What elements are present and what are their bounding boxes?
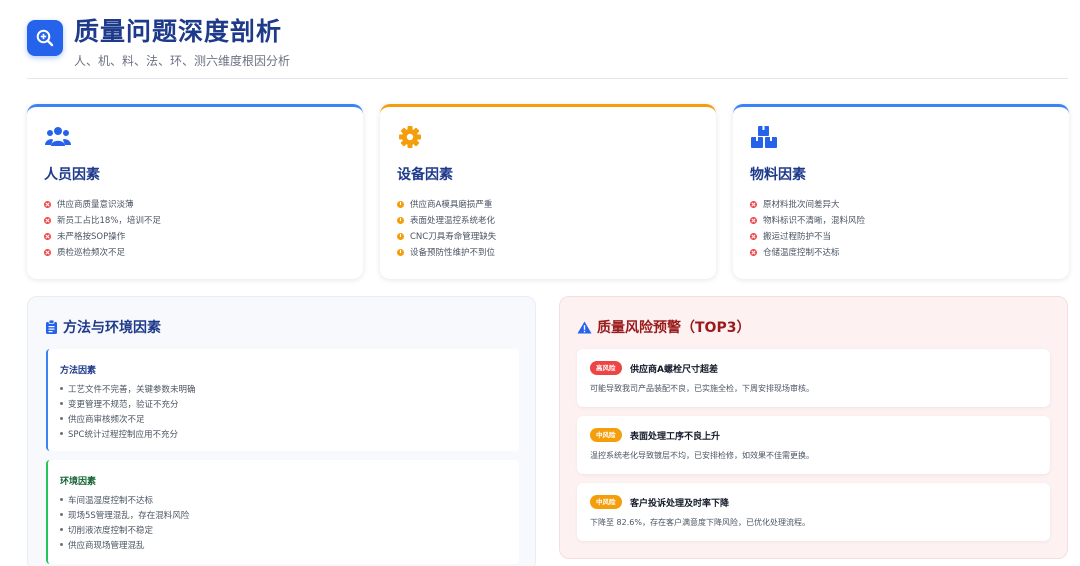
- page-subtitle: 人、机、料、法、环、测六维度根因分析: [74, 54, 291, 68]
- factor-list: 供应商质量意识淡薄 新员工占比18%，培训不足 未严格按SOP操作 质检巡检频次…: [44, 196, 161, 260]
- factor-list: 原材料批次间差异大 物料标识不清晰，混料风险 搬运过程防护不当 仓储温度控制不达…: [750, 196, 865, 260]
- risk-item[interactable]: 高风险 供应商A螺栓尺寸超差 可能导致我司产品装配不良，已实施全检，下周安排现场…: [577, 349, 1050, 407]
- x-circle-icon: [750, 216, 757, 224]
- warning-triangle-icon: [577, 321, 592, 334]
- panel-title: 质量风险预警（TOP3）: [577, 317, 750, 337]
- factor-card-title: 物料因素: [750, 167, 806, 183]
- risk-warning-panel: 质量风险预警（TOP3） 高风险 供应商A螺栓尺寸超差 可能导致我司产品装配不良…: [559, 296, 1068, 559]
- risk-item[interactable]: 中风险 客户投诉处理及时率下降 下降至 82.6%，存在客户满意度下降风险，已优…: [577, 483, 1050, 541]
- list-item: 新员工占比18%，培训不足: [44, 212, 161, 228]
- list-item: 未严格按SOP操作: [44, 228, 161, 244]
- list-item: 工艺文件不完善，关键参数未明确: [60, 381, 196, 396]
- x-circle-icon: [750, 248, 757, 256]
- risk-description: 温控系统老化导致镀层不均，已安排检修，如效果不佳需更换。: [590, 451, 814, 460]
- list-item: 车间温湿度控制不达标: [60, 492, 189, 507]
- list-item: SPC统计过程控制应用不充分: [60, 426, 196, 441]
- method-factor-title: 方法因素: [60, 366, 97, 376]
- factor-card-people: 人员因素 供应商质量意识淡薄 新员工占比18%，培训不足 未严格按SOP操作 质…: [27, 104, 363, 279]
- x-circle-icon: [750, 232, 757, 240]
- list-item: 表面处理温控系统老化: [397, 212, 496, 228]
- clipboard-icon: [46, 320, 57, 334]
- factor-card-title: 人员因素: [44, 167, 100, 183]
- list-item: 搬运过程防护不当: [750, 228, 865, 244]
- risk-description: 下降至 82.6%，存在客户满意度下降风险，已优化处理流程。: [590, 518, 810, 527]
- risk-level-badge: 高风险: [590, 361, 622, 375]
- warning-circle-icon: [397, 232, 404, 240]
- environment-factor-list: 车间温湿度控制不达标 现场5S管理混乱，存在混料风险 切削液浓度控制不稳定 供应…: [60, 492, 189, 552]
- header-divider: [27, 78, 1068, 79]
- list-item: 现场5S管理混乱，存在混料风险: [60, 507, 189, 522]
- search-plus-icon: [27, 20, 63, 56]
- x-circle-icon: [44, 232, 51, 240]
- list-item: 质检巡检频次不足: [44, 244, 161, 260]
- x-circle-icon: [44, 248, 51, 256]
- factor-card-equipment: 设备因素 供应商A模具磨损严重 表面处理温控系统老化 CNC刀具寿命管理缺失 设…: [380, 104, 716, 279]
- method-environment-panel: 方法与环境因素 方法因素 工艺文件不完善，关键参数未明确 变更管理不规范，验证不…: [27, 296, 536, 566]
- list-item: 供应商现场管理混乱: [60, 537, 189, 552]
- method-factor-list: 工艺文件不完善，关键参数未明确 变更管理不规范，验证不充分 供应商审核频次不足 …: [60, 381, 196, 441]
- page-title: 质量问题深度剖析: [74, 17, 283, 46]
- gear-icon: [397, 124, 425, 152]
- page-header: 质量问题深度剖析 人、机、料、法、环、测六维度根因分析: [27, 10, 1068, 80]
- factor-list: 供应商A模具磨损严重 表面处理温控系统老化 CNC刀具寿命管理缺失 设备预防性维…: [397, 196, 496, 260]
- list-item: 供应商审核频次不足: [60, 411, 196, 426]
- list-item: 切削液浓度控制不稳定: [60, 522, 189, 537]
- risk-name: 表面处理工序不良上升: [630, 432, 721, 442]
- risk-item[interactable]: 中风险 表面处理工序不良上升 温控系统老化导致镀层不均，已安排检修，如效果不佳需…: [577, 416, 1050, 474]
- users-icon: [44, 124, 72, 152]
- warning-circle-icon: [397, 248, 404, 256]
- boxes-icon: [750, 124, 778, 152]
- list-item: 设备预防性维护不到位: [397, 244, 496, 260]
- list-item: 变更管理不规范，验证不充分: [60, 396, 196, 411]
- risk-level-badge: 中风险: [590, 428, 622, 442]
- risk-name: 供应商A螺栓尺寸超差: [630, 365, 718, 375]
- list-item: 物料标识不清晰，混料风险: [750, 212, 865, 228]
- environment-factor-box: 环境因素 车间温湿度控制不达标 现场5S管理混乱，存在混料风险 切削液浓度控制不…: [46, 460, 519, 564]
- warning-circle-icon: [397, 200, 404, 208]
- risk-description: 可能导致我司产品装配不良，已实施全检，下周安排现场审核。: [590, 384, 814, 393]
- panel-title: 方法与环境因素: [46, 317, 161, 337]
- x-circle-icon: [750, 200, 757, 208]
- list-item: 仓储温度控制不达标: [750, 244, 865, 260]
- method-factor-box: 方法因素 工艺文件不完善，关键参数未明确 变更管理不规范，验证不充分 供应商审核…: [46, 349, 519, 451]
- x-circle-icon: [44, 200, 51, 208]
- list-item: 原材料批次间差异大: [750, 196, 865, 212]
- risk-name: 客户投诉处理及时率下降: [630, 499, 730, 509]
- environment-factor-title: 环境因素: [60, 477, 97, 487]
- risk-level-badge: 中风险: [590, 495, 622, 509]
- list-item: CNC刀具寿命管理缺失: [397, 228, 496, 244]
- x-circle-icon: [44, 216, 51, 224]
- factor-card-material: 物料因素 原材料批次间差异大 物料标识不清晰，混料风险 搬运过程防护不当 仓储温…: [733, 104, 1069, 279]
- factor-card-title: 设备因素: [397, 167, 453, 183]
- list-item: 供应商A模具磨损严重: [397, 196, 496, 212]
- warning-circle-icon: [397, 216, 404, 224]
- list-item: 供应商质量意识淡薄: [44, 196, 161, 212]
